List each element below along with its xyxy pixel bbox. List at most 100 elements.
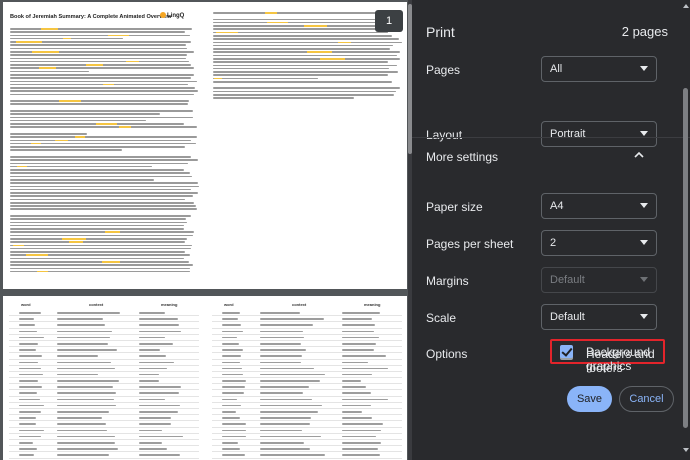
text-line (213, 31, 388, 34)
pages-select[interactable]: All (541, 56, 657, 82)
text-line (213, 12, 397, 14)
text-line (213, 87, 401, 90)
table-cell-text (139, 330, 181, 333)
table-cell-text (139, 312, 166, 314)
table-cell-text (19, 411, 41, 413)
text-line (213, 38, 400, 40)
settings-scrollbar[interactable] (682, 0, 690, 460)
text-line (10, 208, 198, 211)
highlighted-word (303, 25, 327, 27)
table-cell-text (222, 318, 238, 320)
document-body-text (10, 28, 199, 274)
pages-select-value: All (550, 63, 563, 75)
text-line (213, 67, 389, 70)
text-line (10, 116, 193, 119)
scale-select[interactable]: Default (541, 304, 657, 330)
highlighted-word (31, 50, 60, 53)
divider (412, 137, 690, 138)
table-header-word: word (21, 302, 31, 307)
table-cell-text (57, 367, 116, 370)
text-line (10, 234, 193, 237)
more-settings-toggle[interactable]: More settings (426, 150, 498, 164)
text-line (10, 264, 194, 266)
table-cell-text (57, 336, 110, 339)
text-line (213, 21, 392, 24)
save-button[interactable]: Save (567, 386, 612, 412)
table-cell-text (260, 423, 311, 425)
text-line (10, 133, 88, 135)
text-line (10, 47, 187, 50)
highlighted-word (118, 126, 132, 129)
table-cell-text (57, 441, 115, 444)
table-cell-text (222, 336, 237, 339)
chevron-down-icon (640, 277, 648, 282)
text-line (213, 34, 392, 37)
table-cell-text (19, 404, 44, 407)
table-cell-text (19, 398, 41, 401)
table-cell-text (222, 423, 246, 425)
table-cell-text (139, 429, 162, 432)
text-line (10, 70, 90, 73)
table-header-word: word (224, 302, 234, 307)
text-line (213, 74, 388, 76)
print-preview-area[interactable]: Book of Jeremiah Summary: A Complete Ani… (0, 0, 412, 460)
vocabulary-table (212, 310, 402, 459)
paper-size-select[interactable]: A4 (541, 193, 657, 219)
highlighted-word (59, 100, 81, 102)
cancel-button[interactable]: Cancel (619, 386, 674, 412)
text-line (10, 34, 191, 37)
table-cell-text (222, 429, 246, 432)
table-cell-text (260, 404, 323, 407)
table-cell-text (342, 324, 376, 326)
table-cell-text (342, 423, 384, 425)
text-line (213, 80, 392, 83)
scroll-up-icon[interactable] (683, 4, 689, 8)
table-cell-text (139, 349, 161, 351)
preview-sheet-2: word context meaning word context meanin… (3, 296, 407, 460)
text-line (10, 44, 186, 46)
text-line (10, 215, 191, 217)
settings-scrollbar-thumb[interactable] (683, 88, 688, 428)
scroll-down-icon[interactable] (683, 448, 689, 452)
paper-size-label: Paper size (426, 200, 483, 214)
text-line (213, 15, 402, 17)
table-cell-text (19, 423, 36, 425)
text-line (10, 198, 186, 201)
text-line (10, 87, 196, 89)
table-cell-text (260, 330, 304, 333)
table-cell-text (19, 361, 39, 364)
table-cell-text (342, 312, 380, 314)
table-cell-text (19, 417, 37, 419)
background-graphics-label[interactable]: Background graphics (586, 345, 690, 373)
layout-select[interactable]: Portrait (541, 121, 657, 147)
document-title: Book of Jeremiah Summary: A Complete Ani… (10, 14, 172, 20)
text-line (10, 107, 199, 109)
table-cell-text (139, 392, 180, 395)
table-header-context: context (89, 302, 104, 307)
table-cell-text (57, 398, 114, 401)
layout-select-value: Portrait (550, 128, 586, 140)
chevron-up-icon[interactable] (634, 150, 644, 160)
table-cell-text (222, 342, 239, 345)
background-graphics-checkbox[interactable] (560, 345, 573, 358)
table-cell-text (19, 312, 41, 314)
print-preview-window: Book of Jeremiah Summary: A Complete Ani… (0, 0, 690, 460)
table-cell-text (139, 454, 181, 456)
table-cell-text (139, 380, 160, 382)
text-line (10, 241, 186, 243)
highlighted-word (74, 136, 85, 138)
table-cell-text (19, 441, 34, 444)
pages-per-sheet-select[interactable]: 2 (541, 230, 657, 256)
table-cell-text (139, 435, 183, 438)
text-line (10, 260, 190, 263)
pages-per-sheet-label: Pages per sheet (426, 237, 514, 251)
lingq-logo-text: LingQ (167, 13, 185, 19)
highlighted-word (338, 41, 351, 44)
chevron-down-icon (640, 314, 648, 319)
text-line (10, 231, 194, 234)
text-line (10, 113, 161, 115)
table-cell-text (222, 380, 247, 382)
highlighted-word (16, 165, 27, 168)
table-cell-text (139, 417, 172, 419)
table-cell-text (57, 324, 106, 326)
